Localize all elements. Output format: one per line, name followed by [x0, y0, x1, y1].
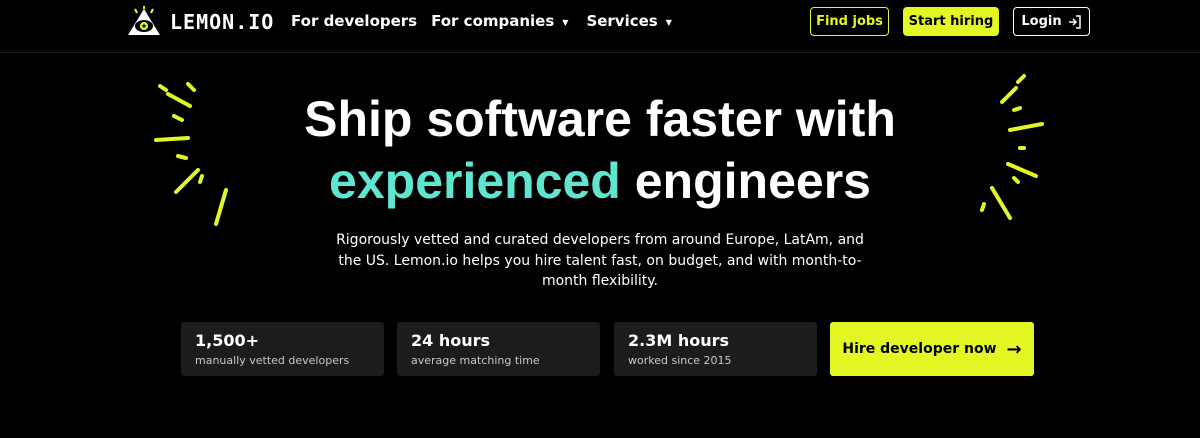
stat-card: 2.3M hours worked since 2015: [614, 322, 817, 376]
stat-card: 24 hours average matching time: [397, 322, 600, 376]
hero-title-line-2: experienced engineers: [0, 150, 1200, 212]
hire-developer-now-label: Hire developer now: [842, 341, 997, 357]
stat-label: worked since 2015: [628, 354, 732, 367]
nav-for-developers[interactable]: For developers: [291, 12, 417, 30]
find-jobs-button[interactable]: Find jobs: [810, 7, 889, 36]
stat-value: 24 hours: [411, 331, 491, 350]
main-nav: For developers For companies ▼ Services …: [291, 12, 672, 30]
caret-down-icon: ▼: [562, 17, 569, 27]
hero-title-accent: experienced: [329, 153, 621, 209]
start-hiring-button[interactable]: Start hiring: [903, 7, 999, 36]
hero-subtitle: Rigorously vetted and curated developers…: [336, 232, 864, 289]
lemon-eye-logo-icon: [128, 6, 160, 35]
stat-value: 1,500+: [195, 331, 260, 350]
nav-for-companies[interactable]: For companies ▼: [431, 12, 568, 30]
hero-title-rest: engineers: [620, 153, 871, 209]
stat-card: 1,500+ manually vetted developers: [181, 322, 384, 376]
login-label: Login: [1021, 14, 1062, 29]
hero-title-line-1: Ship software faster with: [304, 91, 896, 147]
nav-for-developers-label: For developers: [291, 12, 418, 30]
arrow-right-icon: →: [1006, 338, 1022, 360]
logo-text: LEMON.IO: [170, 10, 275, 34]
caret-down-icon: ▼: [665, 17, 672, 27]
top-navigation-bar: LEMON.IO For developers For companies ▼ …: [0, 0, 1200, 53]
stat-label: average matching time: [411, 354, 540, 367]
start-hiring-label: Start hiring: [908, 14, 994, 29]
nav-services-label: Services: [586, 12, 658, 30]
logo[interactable]: LEMON.IO: [126, 6, 274, 38]
nav-services[interactable]: Services ▼: [586, 12, 671, 30]
find-jobs-label: Find jobs: [816, 14, 883, 29]
login-button[interactable]: Login: [1013, 7, 1090, 36]
hire-developer-now-button[interactable]: Hire developer now →: [830, 322, 1034, 376]
stat-label: manually vetted developers: [195, 354, 350, 367]
login-arrow-icon: [1068, 14, 1081, 29]
stat-value: 2.3M hours: [628, 331, 730, 350]
nav-for-companies-label: For companies: [431, 12, 555, 30]
